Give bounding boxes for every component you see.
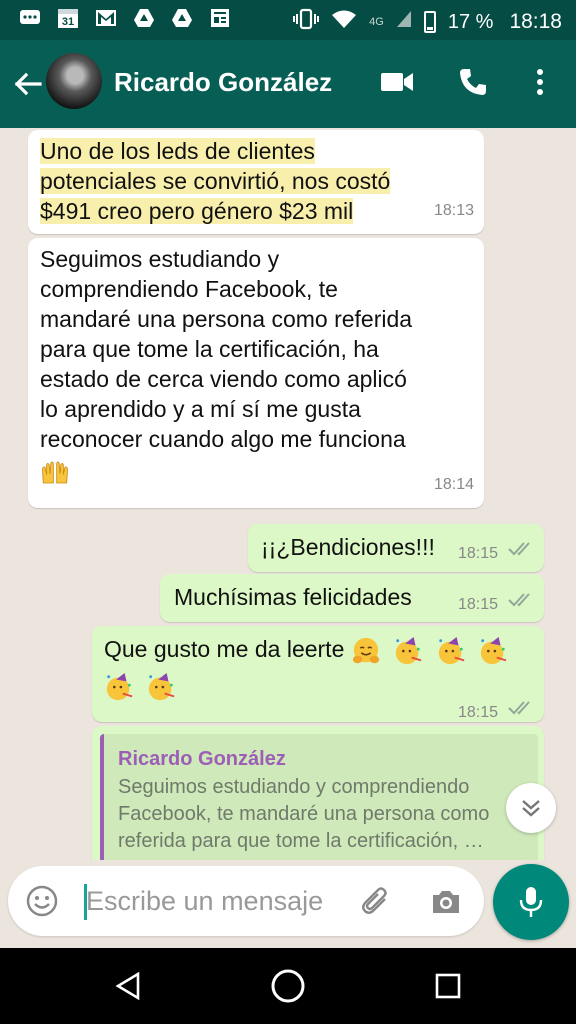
signal-icon [396,10,412,34]
message-line: mandaré una persona como referida [40,306,413,332]
message-line: para que tome la certificación, ha [40,336,379,362]
message-bubble-incoming[interactable]: Uno de los leds de clientes potenciales … [28,130,484,234]
message-bubble-incoming[interactable]: Seguimos estudiando y comprendiendo Face… [28,238,484,508]
message-line: Uno de los leds de clientes [40,138,315,164]
network-type: 4G [369,16,384,28]
message-line: comprendiendo Facebook, te [40,276,338,302]
phone-call-icon[interactable] [453,62,493,102]
message-line: Seguimos estudiando y [40,246,280,272]
quoted-text: Seguimos estudiando y comprendiendo Face… [118,774,489,855]
partying-face-emoji-icon [480,636,507,665]
double-chevron-down-icon [522,800,540,817]
battery-icon [423,11,436,33]
emoji-picker-icon[interactable] [22,881,62,921]
clock: 18:18 [509,10,562,33]
message-time: 18:14 [433,476,474,493]
message-line: $491 creo pero género $23 mil [40,198,354,224]
more-options-icon[interactable] [520,62,560,102]
microphone-icon [519,887,543,917]
quoted-message-bubble[interactable]: Ricardo González Seguimos estudiando y c… [92,726,544,860]
quoted-line: referida para que tome la certificación,… [118,830,484,852]
quoted-line: Facebook, te mandaré una persona como [118,803,490,825]
read-ticks-icon [508,593,530,607]
drive-icon [132,6,156,30]
quoted-author: Ricardo González [118,748,286,770]
news-icon [208,6,232,30]
partying-face-emoji-icon [395,636,422,665]
message-text: Muchísimas felicidades [174,584,412,610]
gmail-icon [94,6,118,30]
status-bar: 31 4G 17 % 18:18 [0,0,576,40]
raising-hands-emoji-icon [42,461,68,484]
message-line: lo aprendido y a mí sí me gusta [40,396,361,422]
message-line: Que gusto me da leerte [104,636,345,662]
read-ticks-icon [508,542,530,556]
calendar-date: 31 [62,16,74,28]
contact-name[interactable]: Ricardo González [114,67,332,98]
avatar[interactable] [46,53,102,109]
vibrate-icon [293,8,320,36]
chat-header: Ricardo González [0,40,576,128]
message-composer[interactable]: Escribe un mensaje [8,866,484,936]
chat-area[interactable]: Uno de los leds de clientes potenciales … [0,128,576,860]
nav-home-icon[interactable] [266,964,310,1008]
nav-back-icon[interactable] [106,964,150,1008]
message-bubble-outgoing[interactable]: Que gusto me da leerte 18:15 [92,626,544,722]
notification-icons: 31 [18,6,232,30]
message-text: Uno de los leds de clientes potenciales … [40,136,391,226]
message-bubble-outgoing[interactable]: ¡¡¿Bendiciones!!! 18:15 [248,524,544,572]
partying-face-emoji-icon [438,636,464,665]
message-text: Que gusto me da leerte [104,634,534,702]
system-status: 4G 17 % 18:18 [293,8,562,36]
message-line: estado de cerca viendo como aplicó [40,366,407,392]
quoted-line: Seguimos estudiando y comprendiendo [118,776,470,798]
scroll-to-bottom-button[interactable] [506,783,556,833]
partying-face-emoji-icon [106,672,133,700]
message-time: 18:13 [433,202,474,219]
voice-message-button[interactable] [493,864,569,940]
message-text: Seguimos estudiando y comprendiendo Face… [40,244,412,488]
message-time: 18:15 [458,704,499,721]
nav-recents-icon[interactable] [426,964,470,1008]
quoted-message[interactable]: Ricardo González Seguimos estudiando y c… [100,734,538,860]
message-line: potenciales se convirtió, nos costó [40,168,391,194]
drive-icon-2 [170,6,194,30]
message-text: ¡¡¿Bendiciones!!! [261,534,435,560]
wifi-icon [331,9,357,35]
message-input[interactable]: Escribe un mensaje [86,886,323,917]
battery-level: 17 % [447,10,494,33]
camera-icon[interactable] [426,882,466,922]
message-time: 18:15 [458,545,499,562]
hugging-face-emoji-icon [352,637,379,664]
back-arrow-icon[interactable] [10,64,46,104]
read-ticks-icon [508,701,530,715]
video-call-icon[interactable] [377,62,417,102]
attach-icon[interactable] [356,882,396,922]
message-bubble-outgoing[interactable]: Muchísimas felicidades 18:15 [160,574,544,622]
navigation-bar [0,948,576,1024]
message-line: reconocer cuando algo me funciona [40,426,406,452]
messages-icon [18,6,42,30]
partying-face-emoji-icon [149,672,175,700]
message-time: 18:15 [458,596,499,613]
calendar-icon: 31 [56,6,80,30]
